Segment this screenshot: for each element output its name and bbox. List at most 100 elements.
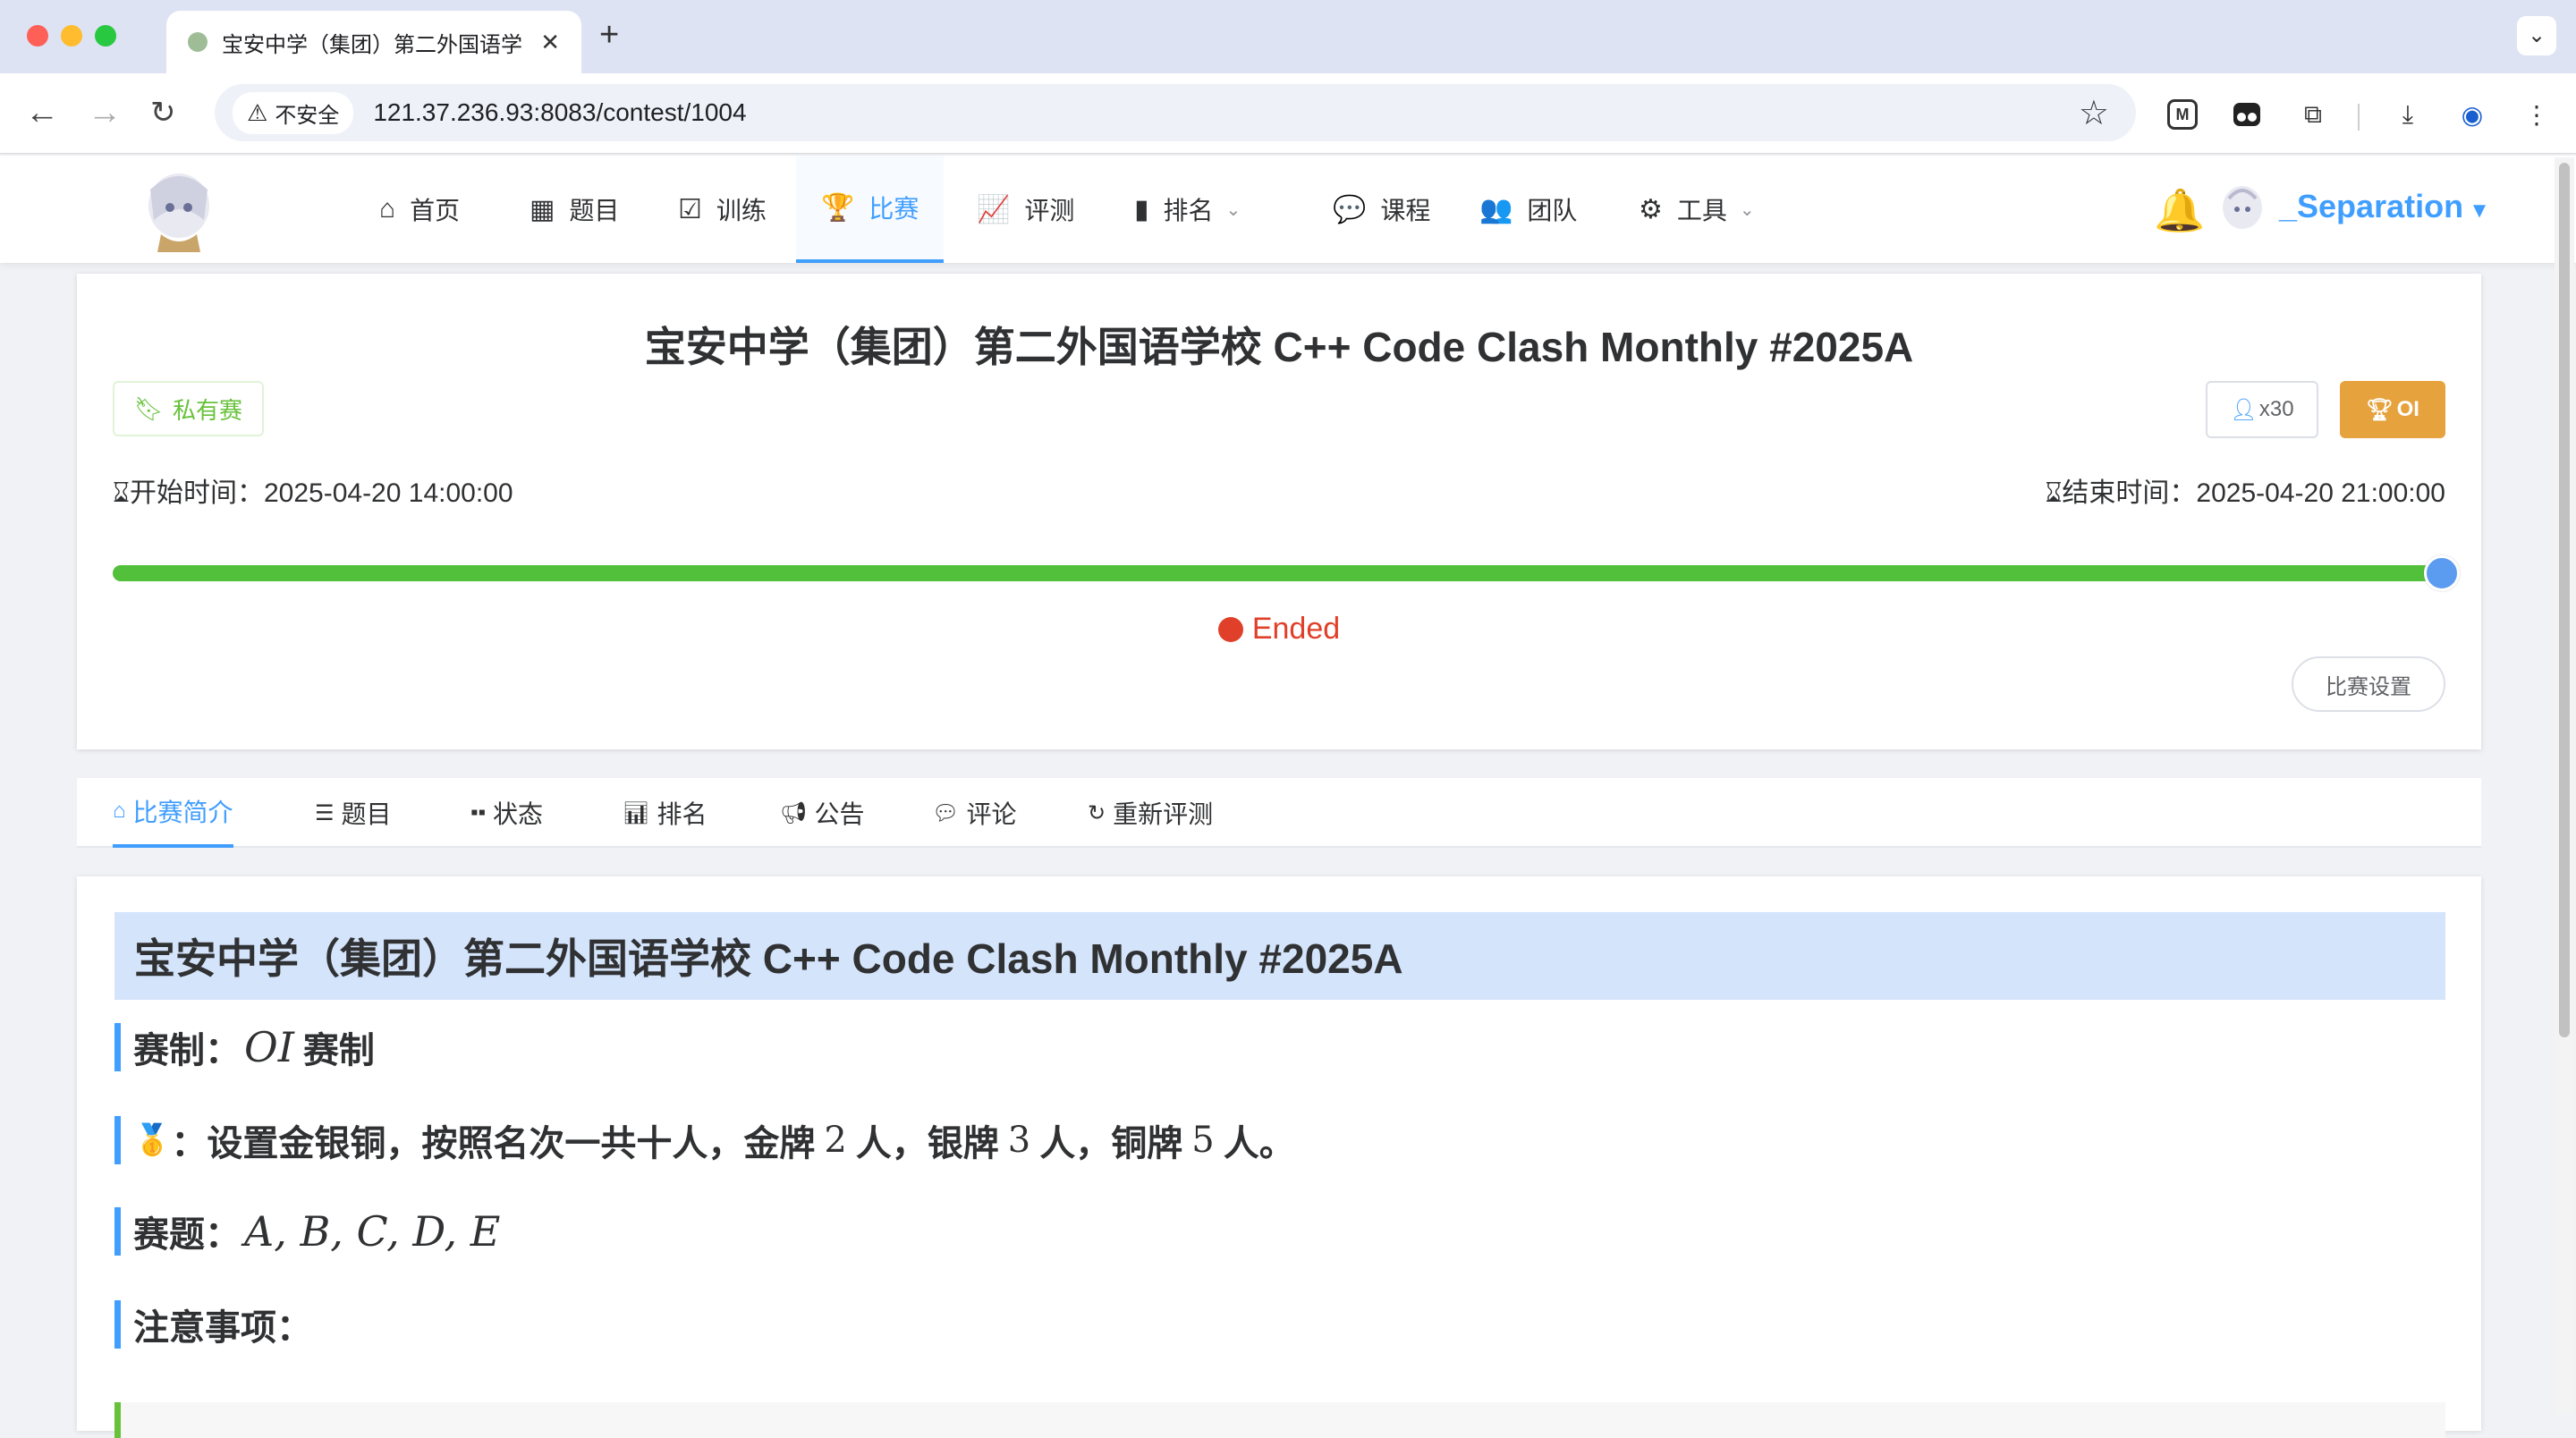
bar-chart-icon: 📊︎ xyxy=(623,800,650,825)
close-window-button[interactable] xyxy=(27,25,48,47)
grid-icon: ▦ xyxy=(530,194,555,224)
nav-team-label: 团队 xyxy=(1527,197,1578,224)
tab-rejudge-label: 重新评测 xyxy=(1113,800,1214,828)
nav-team[interactable]: 👥 团队 xyxy=(1479,156,1577,263)
browser-tab[interactable]: 宝安中学（集团）第二外国语学 ✕ xyxy=(166,11,581,73)
download-icon[interactable]: ⤓ xyxy=(2390,97,2426,132)
extension-m-icon[interactable]: M xyxy=(2165,97,2200,132)
bookmark-star-icon[interactable]: ☆ xyxy=(2079,93,2109,133)
tab-rejudge[interactable]: ↻ 重新评测 xyxy=(1088,778,1213,848)
security-chip[interactable]: ⚠ 不安全 xyxy=(233,91,354,134)
tab-comments[interactable]: 💬︎ 评论 xyxy=(932,778,1016,848)
nav-status[interactable]: 📈 评测 xyxy=(977,156,1074,263)
rule-type-button[interactable]: 🏆︎ OI xyxy=(2340,381,2445,438)
medal-text-c: 人，铜牌 xyxy=(1039,1124,1183,1163)
user-menu[interactable]: _Separation ▼ xyxy=(2279,188,2490,225)
format-math: OI xyxy=(244,1023,294,1071)
contest-status-label: Ended xyxy=(1251,612,1341,646)
chevron-down-icon: ⌄ xyxy=(1225,199,1241,220)
end-time-label: 结束时间： xyxy=(2062,478,2197,508)
hourglass-icon: ⌛︎ xyxy=(113,478,130,508)
start-time: ⌛︎开始时间：2025-04-20 14:00:00 xyxy=(113,470,513,510)
forward-icon[interactable]: → xyxy=(88,93,122,132)
profile-icon[interactable]: ◉ xyxy=(2454,97,2490,132)
notes-block xyxy=(114,1402,2445,1438)
tab-search-button[interactable]: ⌄ xyxy=(2517,16,2556,55)
start-time-label: 开始时间： xyxy=(129,478,264,508)
participants-button[interactable]: 👤︎ x30 xyxy=(2206,381,2318,438)
end-time: ⌛︎结束时间：2025-04-20 21:00:00 xyxy=(2045,470,2445,510)
hourglass-icon: ⌛︎ xyxy=(2045,478,2063,508)
progress-slider-handle[interactable] xyxy=(2424,555,2460,591)
zoom-window-button[interactable] xyxy=(95,25,116,47)
nav-status-label: 评测 xyxy=(1024,197,1075,224)
app-navbar: ⌂ 首页 ▦ 题目 ☑ 训练 🏆 比赛 📈 评测 ▮ 排名 ⌄ 💬 课程 👥 团… xyxy=(0,156,2576,263)
comment-icon: 💬 xyxy=(1333,194,1367,224)
private-contest-label: 私有赛 xyxy=(173,396,243,424)
trophy-icon: 🏆 xyxy=(821,192,855,223)
nav-tools[interactable]: ⚙ 工具 ⌄ xyxy=(1639,156,1755,263)
users-icon: 👥 xyxy=(1479,194,1513,224)
refresh-icon: ↻ xyxy=(1088,800,1106,825)
tab-status[interactable]: ▪▪ 状态 xyxy=(470,778,543,848)
format-suffix: 赛制 xyxy=(302,1031,375,1070)
progress-fill xyxy=(113,565,2444,581)
extensions-puzzle-icon[interactable]: ⧉ xyxy=(2295,97,2331,132)
scrollbar-thumb[interactable] xyxy=(2559,163,2570,1037)
url-text[interactable]: 121.37.236.93:8083/contest/1004 xyxy=(373,98,746,127)
nav-home[interactable]: ⌂ 首页 xyxy=(379,156,460,263)
contest-header-card: 宝安中学（集团）第二外国语学校 C++ Code Clash Monthly #… xyxy=(77,274,2481,749)
nav-course[interactable]: 💬 课程 xyxy=(1333,156,1430,263)
medal-text-b: 人，银牌 xyxy=(855,1124,999,1163)
bronze-count: 5 xyxy=(1191,1120,1215,1161)
nav-rank[interactable]: ▮ 排名 ⌄ xyxy=(1134,156,1241,263)
page-scrollbar[interactable] xyxy=(2555,157,2574,1415)
new-tab-button[interactable]: + xyxy=(599,16,619,55)
address-bar[interactable]: ⚠ 不安全 121.37.236.93:8083/contest/1004 ☆ xyxy=(215,84,2136,141)
nav-rank-label: 排名 xyxy=(1163,197,1214,224)
browser-tab-strip: 宝安中学（集团）第二外国语学 ✕ + ⌄ xyxy=(0,0,2576,73)
list-icon: ☰ xyxy=(315,800,335,825)
nav-home-label: 首页 xyxy=(410,197,461,224)
avatar[interactable] xyxy=(2216,181,2268,236)
nav-training[interactable]: ☑ 训练 xyxy=(678,156,767,263)
extension-glasses-icon[interactable] xyxy=(2229,97,2265,132)
user-icon: 👤︎ xyxy=(2230,397,2258,422)
format-prefix: 赛制： xyxy=(133,1031,241,1070)
tab-rank[interactable]: 📊︎ 排名 xyxy=(623,778,707,848)
nav-problems-label: 题目 xyxy=(569,197,620,224)
silver-count: 3 xyxy=(1007,1120,1031,1161)
private-contest-tag: 🔖︎ 私有赛 xyxy=(113,381,265,436)
contest-settings-button[interactable]: 比赛设置 xyxy=(2292,656,2445,712)
tab-problems-label: 题目 xyxy=(341,800,392,828)
tab-status-label: 状态 xyxy=(493,800,544,828)
start-time-value: 2025-04-20 14:00:00 xyxy=(263,478,513,508)
tab-comments-label: 评论 xyxy=(966,800,1017,828)
problems-prefix: 赛题： xyxy=(133,1215,241,1255)
tab-close-icon[interactable]: ✕ xyxy=(540,29,560,56)
site-logo[interactable] xyxy=(134,163,224,256)
tab-announcement[interactable]: 📢︎ 公告 xyxy=(780,778,864,848)
bookmark-icon: 🔖︎ xyxy=(134,394,165,422)
gold-count: 2 xyxy=(824,1120,847,1161)
tab-title: 宝安中学（集团）第二外国语学 xyxy=(222,32,522,57)
tab-problems[interactable]: ☰ 题目 xyxy=(315,778,392,848)
reload-icon[interactable]: ↻ xyxy=(150,93,176,132)
nav-problems[interactable]: ▦ 题目 xyxy=(530,156,619,263)
medal-text-d: 人。 xyxy=(1223,1124,1295,1163)
bell-icon[interactable]: 🔔 xyxy=(2154,186,2205,235)
tab-overview[interactable]: ⌂ 比赛简介 xyxy=(113,778,233,848)
toolbar-separator xyxy=(2358,104,2360,131)
nav-contest[interactable]: 🏆 比赛 xyxy=(796,156,945,263)
nav-contest-label: 比赛 xyxy=(869,195,919,223)
caret-down-icon: ▼ xyxy=(2469,199,2490,223)
browser-menu-icon[interactable]: ⋮ xyxy=(2519,97,2555,132)
contest-status: Ended xyxy=(77,612,2481,647)
minimize-window-button[interactable] xyxy=(61,25,82,47)
back-icon[interactable]: ← xyxy=(25,93,59,132)
browser-toolbar: ← → ↻ ⚠ 不安全 121.37.236.93:8083/contest/1… xyxy=(0,73,2576,154)
notes-heading: 注意事项： xyxy=(114,1300,312,1349)
medal-icon: 🥇 xyxy=(133,1123,172,1157)
nav-course-label: 课程 xyxy=(1380,197,1431,224)
trophy-icon: 🏆︎ xyxy=(2366,397,2394,422)
